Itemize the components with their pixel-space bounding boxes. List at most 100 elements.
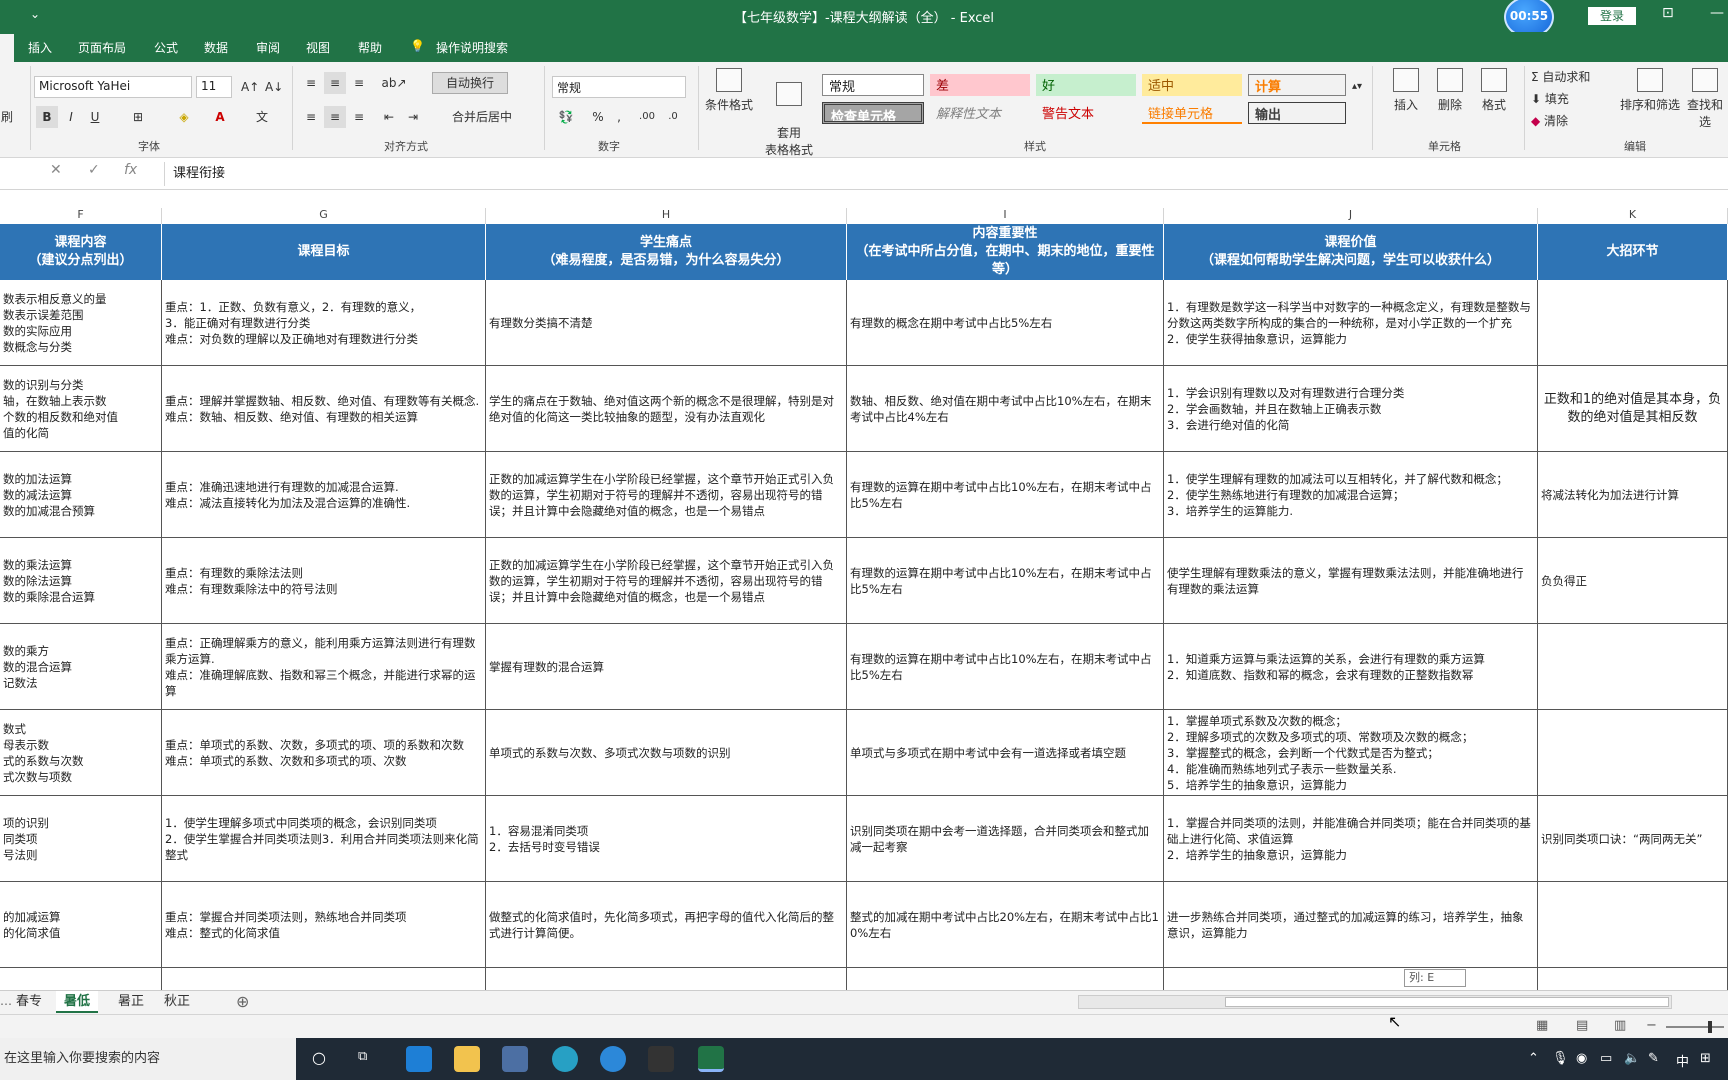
sheet-tab[interactable]: 秋正 — [156, 991, 198, 1013]
monitor-icon[interactable]: ▭ — [1600, 1051, 1612, 1066]
sheet-tab[interactable]: 暑低 — [56, 991, 99, 1013]
cell-importance[interactable]: 数轴、相反数、绝对值在期中考试中占比10%左右，在期末考试中占比4%左右 — [847, 366, 1164, 452]
browser-icon[interactable] — [600, 1046, 626, 1072]
cell-importance[interactable]: 识别同类项在期中会考一道选择题，合并同类项会和整式加减一起考察 — [847, 796, 1164, 882]
align-left-icon[interactable]: ≡ — [300, 106, 322, 128]
align-middle-icon[interactable]: ≡ — [324, 72, 346, 94]
app-w-icon[interactable] — [552, 1046, 578, 1072]
cell-pain-points[interactable]: 学生的痛点在于数轴、绝对值这两个新的概念不是很理解，特别是对绝对值的化简这一类比… — [486, 366, 847, 452]
app-tray-icon[interactable]: ◉ — [1576, 1051, 1587, 1066]
delete-cells-button[interactable]: 删除 — [1428, 68, 1472, 113]
cell-course-value[interactable]: 1．知道乘方运算与乘法运算的关系，会进行有理数的乘方运算 2．知道底数、指数和幂… — [1164, 624, 1538, 710]
phonetic-icon[interactable]: 文 — [248, 106, 276, 128]
column-header-j[interactable]: J — [1164, 208, 1538, 224]
style-good[interactable]: 好 — [1036, 74, 1136, 96]
cell-course-goal[interactable]: 1．使学生理解多项式中同类项的概念，会识别同类项 2．使学生掌握合并同类项法则3… — [162, 796, 486, 882]
column-header-g[interactable]: G — [162, 208, 486, 224]
sheet-tab[interactable]: 春专 — [8, 991, 50, 1013]
microphone-icon[interactable]: 🎙 — [1552, 1051, 1569, 1066]
zoom-slider[interactable] — [1666, 1021, 1724, 1033]
cell-course-value[interactable] — [1164, 968, 1538, 990]
increase-decimal-icon[interactable]: .00 — [636, 106, 658, 128]
cell-pain-points[interactable]: 1．容易混淆同类项 2．去括号时变号错误 — [486, 796, 847, 882]
increase-indent-icon[interactable]: ⇥ — [402, 106, 424, 128]
store-icon[interactable] — [502, 1046, 528, 1072]
normal-view-icon[interactable]: ▦ — [1536, 1018, 1548, 1033]
cell-course-value[interactable]: 使学生理解有理数乘法的意义，掌握有理数乘法法则，并能准确地进行有理数的乘法运算 — [1164, 538, 1538, 624]
conditional-format-button[interactable]: 条件格式 — [702, 68, 756, 113]
styles-scroll-icon[interactable]: ▴▾ — [1350, 76, 1364, 98]
font-name-select[interactable]: Microsoft YaHei — [34, 76, 192, 98]
tab-data[interactable]: 数据 — [204, 39, 228, 56]
accounting-format-icon[interactable]: 💱 — [554, 106, 578, 128]
style-bad[interactable]: 差 — [930, 74, 1030, 96]
fill-color-icon[interactable]: ◈ — [170, 106, 198, 128]
taskbar-search[interactable]: 在这里输入你要搜索的内容 — [0, 1038, 296, 1080]
cell-tricks[interactable] — [1538, 280, 1728, 366]
cell-tricks[interactable]: 识别同类项口诀：“两同两无关” — [1538, 796, 1728, 882]
decrease-decimal-icon[interactable]: .0 — [662, 106, 684, 128]
cell-course-goal[interactable]: 重点：单项式的系数、次数，多项式的项、项的系数和次数 难点：单项式的系数、次数和… — [162, 710, 486, 796]
header-course-goal[interactable]: 课程目标 — [162, 224, 486, 280]
cancel-icon[interactable]: ✕ — [50, 162, 62, 178]
excel-taskbar-icon[interactable] — [698, 1046, 724, 1072]
cell-importance[interactable]: 整式的加减在期中考试中占比20%左右，在期末考试中占比10%左右 — [847, 882, 1164, 968]
clear-button[interactable]: ◆ 清除 — [1530, 110, 1600, 132]
cell-tricks[interactable]: 负负得正 — [1538, 538, 1728, 624]
cell-importance[interactable]: 有理数的概念在期中考试中占比5%左右 — [847, 280, 1164, 366]
percent-icon[interactable]: % — [588, 106, 608, 128]
enter-icon[interactable]: ✓ — [88, 162, 100, 178]
cell-course-content[interactable]: 的加减运算 的化简求值 — [0, 882, 162, 968]
cell-course-content[interactable]: 项的识别 同类项 号法则 — [0, 796, 162, 882]
cell-course-goal[interactable]: 重点：准确迅速地进行有理数的加减混合运算. 难点：减法直接转化为加法及混合运算的… — [162, 452, 486, 538]
tray-expand-icon[interactable]: ⌃ — [1528, 1051, 1539, 1066]
cell-course-value[interactable]: 1．掌握单项式系数及次数的概念； 2．理解多项式的次数及多项式的项、常数项及次数… — [1164, 710, 1538, 796]
format-cells-button[interactable]: 格式 — [1472, 68, 1516, 113]
formula-input[interactable]: 课程衔接 — [164, 162, 1718, 186]
cell-pain-points[interactable]: 有理数分类搞不清楚 — [486, 280, 847, 366]
cortana-icon[interactable]: ○ — [312, 1048, 326, 1067]
cell-course-content[interactable]: 是否为一元一次方程 — [0, 968, 162, 990]
align-right-icon[interactable]: ≡ — [348, 106, 370, 128]
cell-tricks[interactable] — [1538, 710, 1728, 796]
decrease-indent-icon[interactable]: ⇤ — [378, 106, 400, 128]
cell-pain-points[interactable]: 单项式的系数与次数、多项式次数与项数的识别 — [486, 710, 847, 796]
tab-review[interactable]: 审阅 — [256, 39, 280, 56]
font-size-select[interactable]: 11 — [196, 76, 232, 98]
header-tricks[interactable]: 大招环节 — [1538, 224, 1728, 280]
sheet-tab[interactable]: 暑正 — [110, 991, 152, 1013]
cell-course-value[interactable]: 1．使学生理解有理数的加减法可以互相转化，并了解代数和概念； 2．使学生熟练地进… — [1164, 452, 1538, 538]
increase-font-icon[interactable]: A↑ — [240, 76, 260, 98]
number-format-select[interactable]: 常规 — [552, 76, 686, 98]
cell-course-goal[interactable]: 重点：掌握合并同类项法则，熟练地合并同类项 难点：整式的化简求值 — [162, 882, 486, 968]
cell-course-goal[interactable]: 重点：理解并掌握数轴、相反数、绝对值、有理数等有关概念. 难点：数轴、相反数、绝… — [162, 366, 486, 452]
tab-view[interactable]: 视图 — [306, 39, 330, 56]
style-check[interactable]: 检查单元格 — [822, 102, 924, 124]
cell-course-goal[interactable]: 重点：正确理解乘方的意义，能利用乘方运算法则进行有理数乘方运算. 难点：准确理解… — [162, 624, 486, 710]
horizontal-scrollbar[interactable] — [1078, 995, 1672, 1009]
tab-help[interactable]: 帮助 — [358, 39, 382, 56]
ime-mode-icon[interactable]: ⊞ — [1700, 1051, 1711, 1066]
cell-tricks[interactable]: 将减法转化为加法进行计算 — [1538, 452, 1728, 538]
italic-button[interactable]: I — [60, 106, 82, 128]
scrollbar-thumb[interactable] — [1225, 997, 1669, 1007]
cell-course-content[interactable]: 数的乘法运算 数的除法运算 数的乘除混合运算 — [0, 538, 162, 624]
column-header-k[interactable]: K — [1538, 208, 1728, 224]
cell-pain-points[interactable]: 正数的加减运算学生在小学阶段已经掌握，这个章节开始正式引入负数的运算，学生初期对… — [486, 538, 847, 624]
login-button[interactable]: 登录 — [1588, 7, 1636, 25]
cell-tricks[interactable]: 正数和1的绝对值是其本身，负数的绝对值是其相反数 — [1538, 366, 1728, 452]
insert-function-icon[interactable]: fx — [124, 162, 137, 178]
style-warn[interactable]: 警告文本 — [1036, 102, 1136, 124]
cell-course-value[interactable]: 1．学会识别有理数以及对有理数进行合理分类 2．学会画数轴，并且在数轴上正确表示… — [1164, 366, 1538, 452]
page-layout-view-icon[interactable]: ▤ — [1576, 1018, 1588, 1033]
cell-course-content[interactable]: 数的乘方 数的混合运算 记数法 — [0, 624, 162, 710]
edge-icon[interactable] — [406, 1046, 432, 1072]
header-course-content[interactable]: 课程内容 （建议分点列出） — [0, 224, 162, 280]
column-header-i[interactable]: I — [847, 208, 1164, 224]
align-bottom-icon[interactable]: ≡ — [348, 72, 370, 94]
tab-home[interactable] — [0, 34, 14, 62]
cell-tricks[interactable] — [1538, 624, 1728, 710]
cell-importance[interactable] — [847, 968, 1164, 990]
cell-pain-points[interactable]: 做整式的化简求值时，先化简多项式，再把字母的值代入化简后的整式进行计算简便。 — [486, 882, 847, 968]
style-neutral[interactable]: 适中 — [1142, 74, 1242, 96]
